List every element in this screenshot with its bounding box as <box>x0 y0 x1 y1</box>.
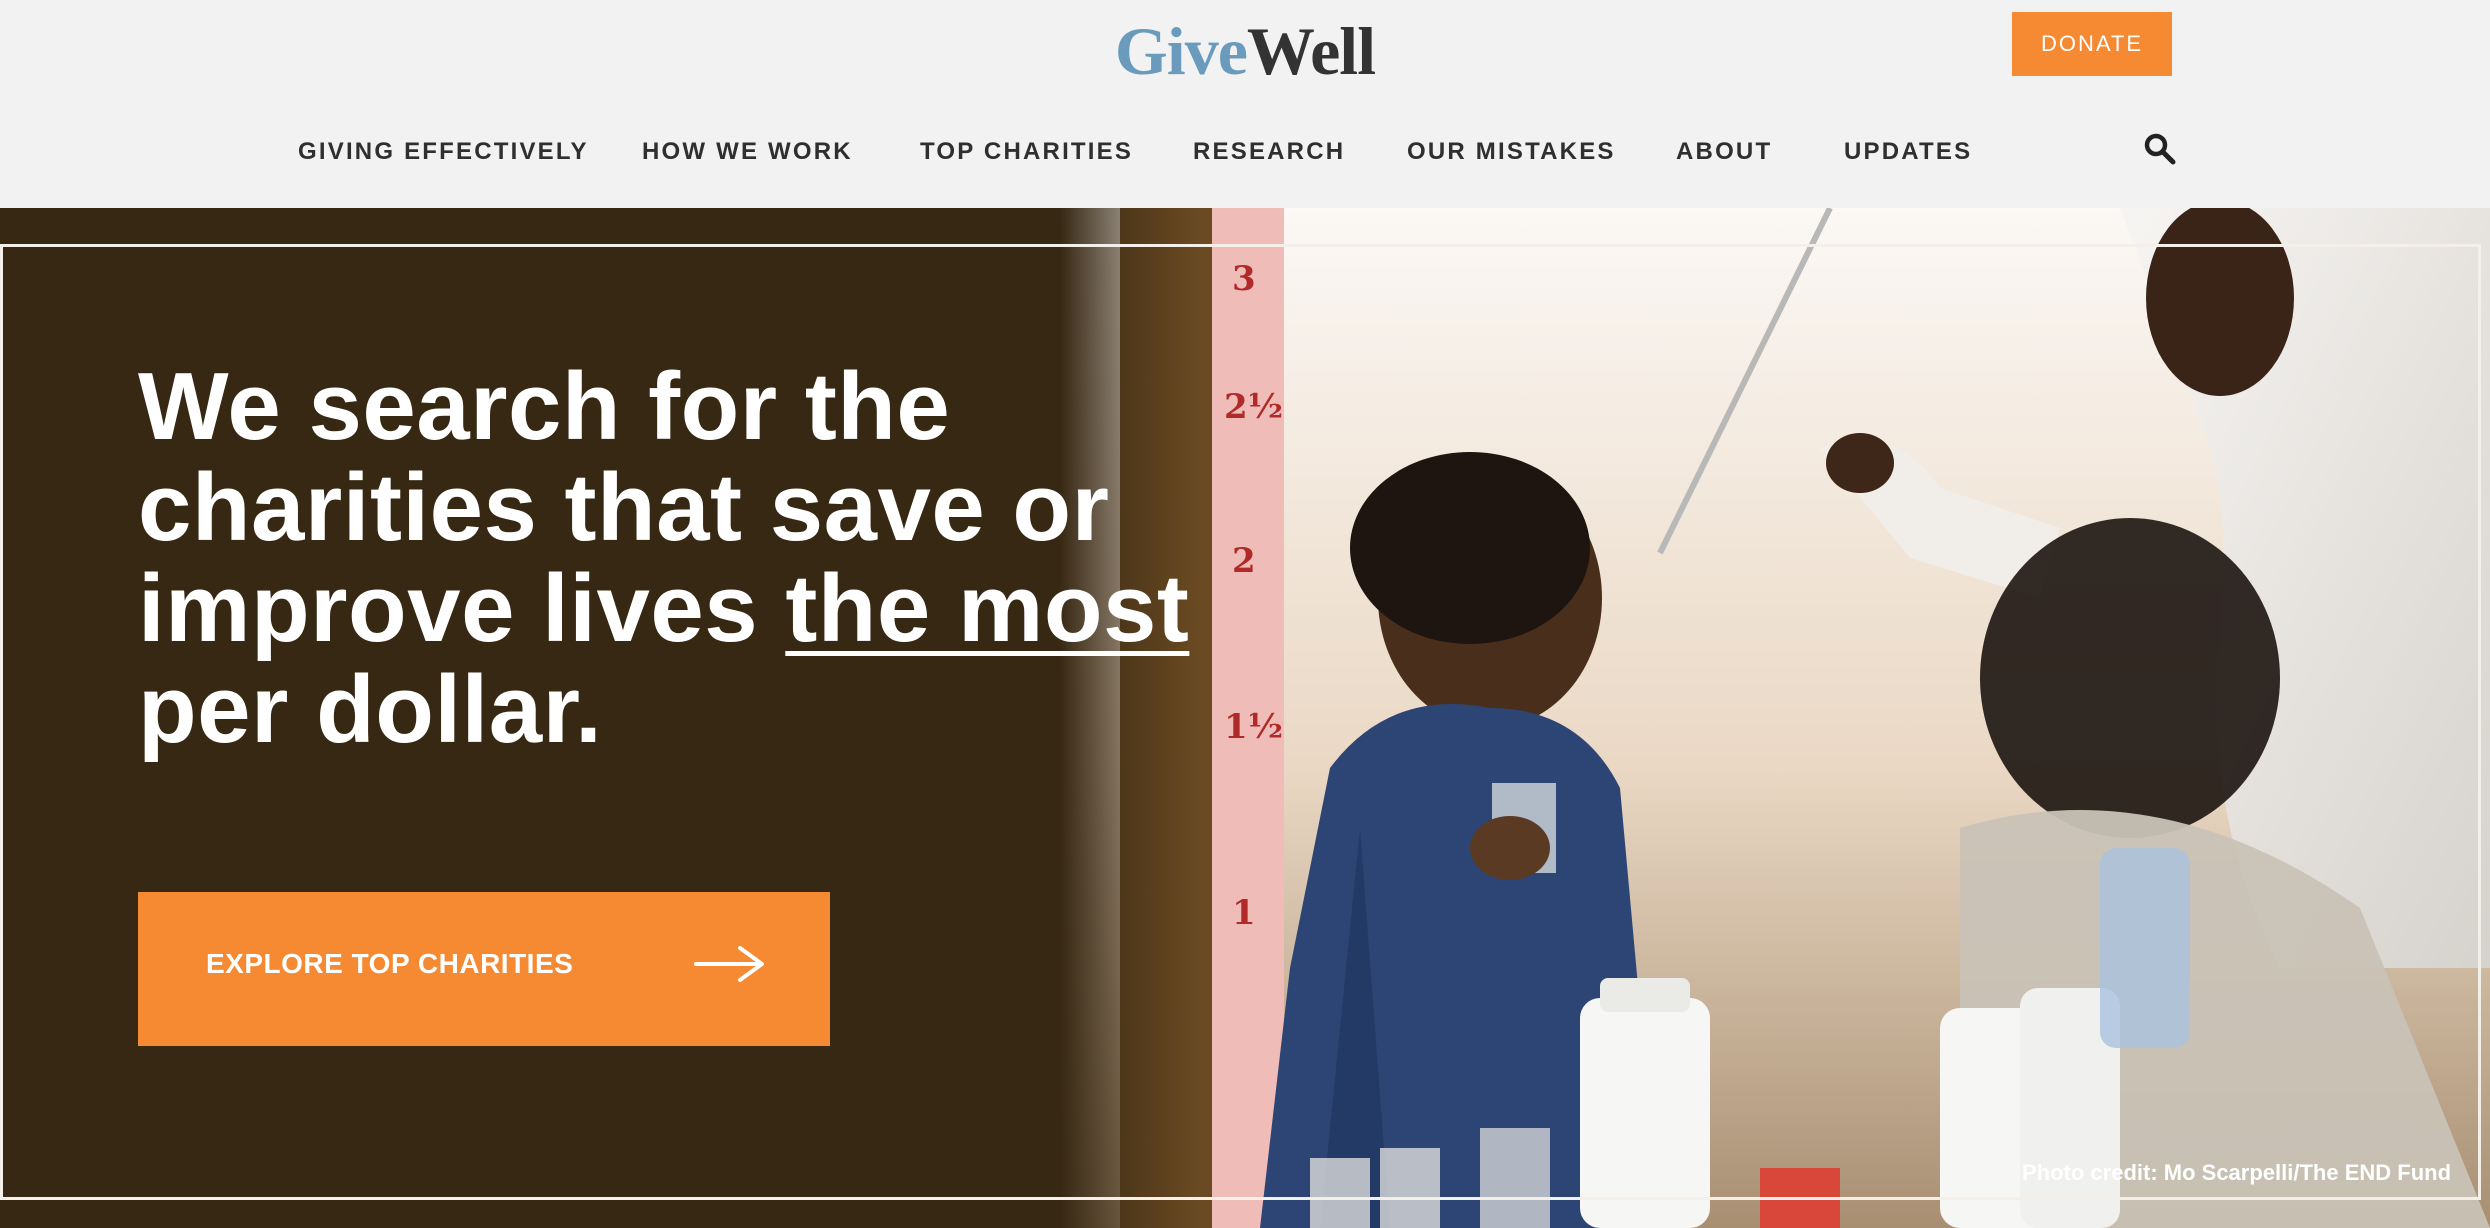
nav-about[interactable]: ABOUT <box>1676 134 1772 170</box>
headline-emphasis: the most <box>785 555 1190 662</box>
donate-button[interactable]: DONATE <box>2012 12 2172 76</box>
ruler-mark-3: 3 <box>1232 259 1256 299</box>
site-header: GiveWell DONATE GIVING EFFECTIVELY HOW W… <box>0 0 2490 208</box>
main-nav: GIVING EFFECTIVELY HOW WE WORK TOP CHARI… <box>0 134 2490 170</box>
hero-headline: We search for the charities that save or… <box>138 356 1238 760</box>
nav-top-charities[interactable]: TOP CHARITIES <box>920 134 1133 170</box>
headline-line-1: We search for the <box>138 353 951 460</box>
headline-line-3: improve lives the most <box>138 558 1238 659</box>
nav-our-mistakes[interactable]: OUR MISTAKES <box>1407 134 1616 170</box>
nav-how-we-work[interactable]: HOW WE WORK <box>642 134 853 170</box>
photo-credit: Photo credit: Mo Scarpelli/The END Fund <box>2022 1160 2452 1185</box>
cta-label: EXPLORE TOP CHARITIES <box>206 948 574 979</box>
headline-line-2: charities that save or <box>138 454 1110 561</box>
headline-line-3-prefix: improve lives <box>138 555 786 662</box>
ruler-mark-1: 1 <box>1232 893 1256 933</box>
search-icon[interactable] <box>2143 132 2177 166</box>
nav-updates[interactable]: UPDATES <box>1844 134 1972 170</box>
logo-give-text: Give <box>1114 13 1248 89</box>
logo-well-text: Well <box>1246 13 1376 89</box>
nav-research[interactable]: RESEARCH <box>1193 134 1345 170</box>
arrow-right-icon <box>694 946 764 982</box>
headline-line-4: per dollar. <box>138 656 603 763</box>
hero-section: 3 2½ 2 1½ 1 We search for the charities … <box>0 208 2490 1228</box>
nav-giving-effectively[interactable]: GIVING EFFECTIVELY <box>298 134 589 170</box>
hero-photo: 3 2½ 2 1½ 1 <box>1060 208 2490 1228</box>
explore-top-charities-button[interactable]: EXPLORE TOP CHARITIES <box>138 892 830 1046</box>
